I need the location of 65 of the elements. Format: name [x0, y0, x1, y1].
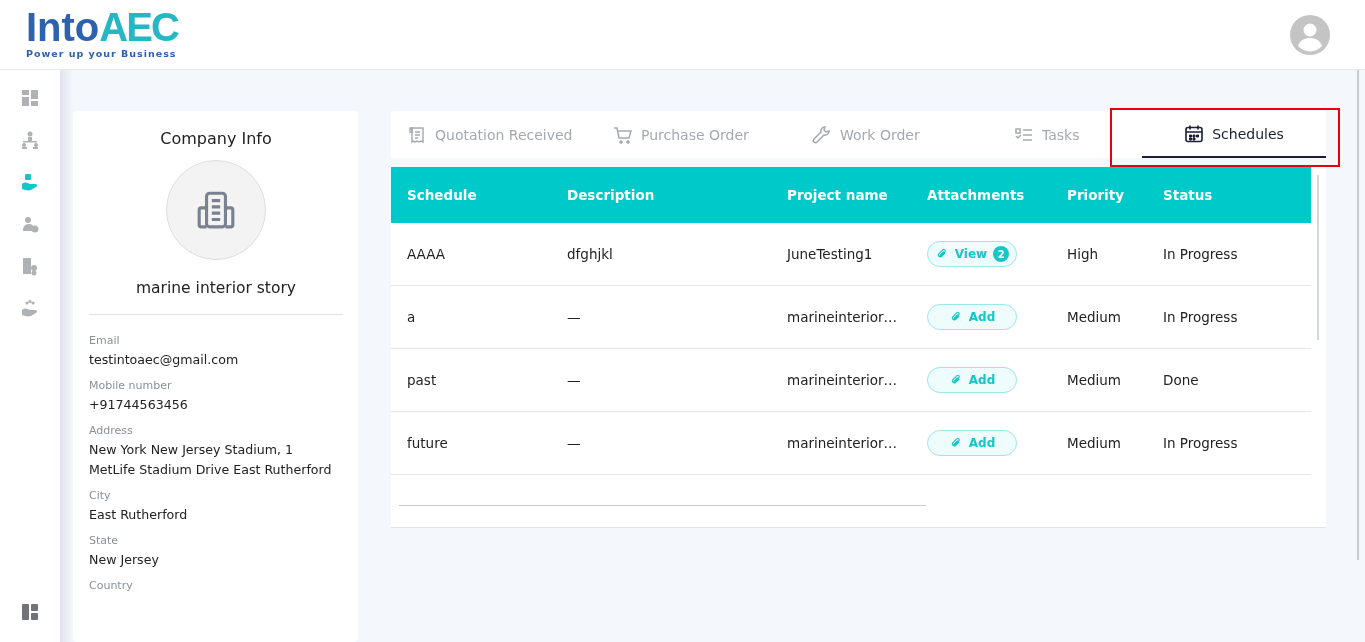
table-cell-text: In Progress	[1162, 435, 1239, 451]
tab[interactable]: Quotation Received	[407, 111, 613, 158]
layout-icon[interactable]	[20, 602, 40, 622]
table-cell-text: marineinterior…	[786, 372, 899, 388]
building-icon	[195, 189, 237, 231]
field-value: testintoaec@gmail.com	[89, 351, 240, 369]
field-label: Mobile number	[89, 379, 173, 393]
column-header: Project name	[786, 187, 889, 203]
table-cell-text: past	[406, 372, 438, 388]
people-icon[interactable]	[20, 214, 40, 234]
field-label: Email	[89, 334, 121, 348]
dashboard-icon[interactable]	[20, 88, 40, 108]
table-cell-text: In Progress	[1162, 309, 1239, 325]
table-cell-text: a	[406, 309, 417, 325]
field-label: Address	[89, 424, 134, 438]
table-cell-text: High	[1066, 246, 1100, 262]
table-cell-text: marineinterior…	[786, 435, 899, 451]
view-button[interactable]: View 2	[927, 241, 1017, 267]
table-cell-text: Medium	[1066, 309, 1122, 325]
table-cell-text: —	[566, 309, 582, 325]
table-cell-text: JuneTesting1	[785, 246, 874, 262]
receipt-icon	[407, 124, 427, 145]
table-cell-text: future	[406, 435, 449, 451]
table-cell-text: —	[566, 372, 582, 388]
cart-icon	[613, 124, 633, 145]
column-header: Schedule	[406, 187, 478, 203]
column-header: Attachments	[926, 187, 1026, 203]
field-value: +91744563456	[89, 396, 189, 414]
tab[interactable]: Work Order	[812, 111, 1014, 158]
tab[interactable]: Purchase Order	[613, 111, 812, 158]
field-label: Country	[89, 579, 134, 593]
table-cell-text: AAAA	[406, 246, 447, 262]
org-chart-icon[interactable]	[20, 130, 40, 150]
logo-tagline: Power up your Business	[26, 47, 178, 59]
tab[interactable]: Tasks	[1014, 111, 1142, 158]
calendar-icon	[1184, 123, 1205, 144]
hand-icon[interactable]	[20, 172, 40, 192]
building-icon[interactable]	[20, 256, 40, 276]
logo-text: Into	[26, 6, 100, 47]
table-cell-text: Done	[1162, 372, 1200, 388]
table-cell-text: dfghjkl	[566, 246, 614, 262]
wrench-icon	[812, 124, 832, 145]
field-value: New Jersey	[89, 551, 160, 569]
field-value: New York New Jersey Stadium, 1 MetLife Stadium Drive East Rutherford	[89, 441, 333, 479]
field-label: City	[89, 489, 112, 503]
table-cell-text: Medium	[1066, 372, 1122, 388]
add-button[interactable]: Add	[927, 367, 1017, 393]
add-button[interactable]: Add	[927, 430, 1017, 456]
table-cell-text: marineinterior…	[786, 309, 899, 325]
tab[interactable]: Schedules	[1142, 111, 1326, 158]
table-cell-text: —	[566, 435, 582, 451]
card-title: Company Info	[160, 129, 272, 148]
count-badge: 2	[993, 246, 1010, 262]
column-header: Description	[566, 187, 656, 203]
table-cell-text: In Progress	[1162, 246, 1239, 262]
hand-icon[interactable]	[20, 298, 40, 318]
company-name: marine interior story	[136, 279, 296, 297]
logo-text: AEC	[99, 6, 178, 47]
column-header: Status	[1162, 187, 1214, 203]
table-cell-text: Medium	[1066, 435, 1122, 451]
field-label: State	[89, 534, 120, 548]
avatar-icon[interactable]	[1290, 14, 1330, 55]
column-header: Priority	[1066, 187, 1125, 203]
add-button[interactable]: Add	[927, 304, 1017, 330]
field-value: East Rutherford	[89, 506, 189, 524]
